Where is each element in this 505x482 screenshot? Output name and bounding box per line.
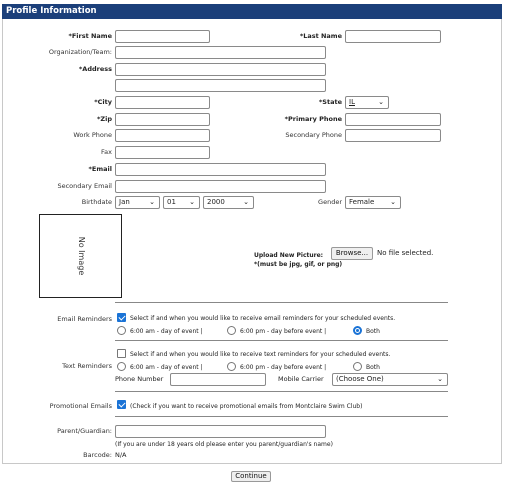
fax-label: Fax bbox=[101, 148, 112, 156]
mobile-carrier-select[interactable]: (Choose One) ⌄ bbox=[332, 373, 448, 386]
divider bbox=[115, 416, 448, 417]
promotional-emails-checkbox[interactable] bbox=[117, 400, 126, 409]
birth-month-select[interactable]: Jan ⌄ bbox=[115, 196, 160, 209]
address-input[interactable] bbox=[115, 63, 326, 76]
chevron-down-icon: ⌄ bbox=[189, 198, 195, 206]
zip-input[interactable] bbox=[115, 113, 210, 126]
organization-input[interactable] bbox=[115, 46, 326, 59]
birth-year-select[interactable]: 2000 ⌄ bbox=[203, 196, 254, 209]
email-radio-6am[interactable] bbox=[117, 326, 126, 335]
text-phone-label: Phone Number bbox=[115, 375, 164, 383]
barcode-value: N/A bbox=[115, 451, 127, 459]
email-radio-both[interactable] bbox=[353, 326, 362, 335]
email-radio-6am-label: 6:00 am - day of event | bbox=[130, 328, 203, 335]
email-reminders-label: Email Reminders bbox=[57, 315, 112, 323]
browse-button[interactable]: Browse... bbox=[331, 247, 373, 260]
chevron-down-icon: ⌄ bbox=[390, 198, 396, 206]
gender-label: Gender bbox=[318, 198, 342, 206]
chevron-down-icon: ⌄ bbox=[437, 375, 443, 383]
page-title: Profile Information bbox=[6, 6, 97, 16]
city-label: *City bbox=[94, 98, 112, 106]
profile-header: Profile Information bbox=[2, 4, 502, 19]
guardian-note: (If you are under 18 years old please en… bbox=[115, 441, 333, 448]
text-reminders-checkbox[interactable] bbox=[117, 349, 126, 358]
work-phone-input[interactable] bbox=[115, 129, 210, 142]
mobile-carrier-value: (Choose One) bbox=[336, 375, 384, 383]
no-image-text: No Image bbox=[76, 236, 86, 276]
address-line2-input[interactable] bbox=[115, 79, 326, 92]
birth-year-value: 2000 bbox=[207, 198, 225, 206]
first-name-label: *First Name bbox=[68, 32, 112, 40]
email-reminders-description: Select if and when you would like to rec… bbox=[130, 315, 396, 322]
state-value: IL bbox=[349, 98, 355, 106]
text-phone-input[interactable] bbox=[170, 373, 266, 386]
zip-label: *Zip bbox=[97, 115, 112, 123]
promotional-emails-label: Promotional Emails bbox=[49, 402, 112, 410]
promotional-emails-description: (Check if you want to receive promotiona… bbox=[130, 403, 363, 410]
organization-label: Organization/Team: bbox=[48, 48, 112, 56]
gender-select[interactable]: Female ⌄ bbox=[345, 196, 401, 209]
mobile-carrier-label: Mobile Carrier bbox=[278, 375, 324, 383]
birth-month-value: Jan bbox=[119, 198, 130, 206]
divider bbox=[115, 302, 448, 303]
text-radio-both[interactable] bbox=[353, 362, 362, 371]
gender-value: Female bbox=[349, 198, 375, 206]
format-note: *(must be jpg, gif, or png) bbox=[254, 261, 343, 268]
work-phone-label: Work Phone bbox=[73, 131, 112, 139]
email-input[interactable] bbox=[115, 163, 326, 176]
state-label: *State bbox=[318, 98, 342, 106]
text-radio-6am[interactable] bbox=[117, 362, 126, 371]
text-radio-6pm-label: 6:00 pm - day before event | bbox=[240, 364, 327, 371]
state-select[interactable]: IL ⌄ bbox=[345, 96, 389, 109]
barcode-label: Barcode: bbox=[83, 451, 112, 459]
last-name-input[interactable] bbox=[345, 30, 441, 43]
primary-phone-input[interactable] bbox=[345, 113, 441, 126]
birth-day-value: 01 bbox=[167, 198, 176, 206]
birth-day-select[interactable]: 01 ⌄ bbox=[163, 196, 200, 209]
text-reminders-label: Text Reminders bbox=[62, 362, 112, 370]
text-reminders-description: Select if and when you would like to rec… bbox=[130, 351, 391, 358]
chevron-down-icon: ⌄ bbox=[378, 98, 384, 106]
profile-photo-placeholder: No Image bbox=[39, 214, 122, 298]
guardian-label: Parent/Guardian: bbox=[57, 427, 112, 435]
city-input[interactable] bbox=[115, 96, 210, 109]
secondary-email-label: Secondary Email bbox=[57, 182, 112, 190]
text-radio-both-label: Both bbox=[366, 364, 380, 371]
email-reminders-checkbox[interactable] bbox=[117, 313, 126, 322]
fax-input[interactable] bbox=[115, 146, 210, 159]
address-label: *Address bbox=[78, 65, 112, 73]
secondary-phone-input[interactable] bbox=[345, 129, 441, 142]
secondary-email-input[interactable] bbox=[115, 180, 326, 193]
divider bbox=[115, 391, 448, 392]
file-status: No file selected. bbox=[377, 249, 434, 257]
last-name-label: *Last Name bbox=[299, 32, 342, 40]
first-name-input[interactable] bbox=[115, 30, 210, 43]
upload-label: Upload New Picture: bbox=[254, 252, 324, 259]
email-radio-6pm[interactable] bbox=[227, 326, 236, 335]
email-radio-both-label: Both bbox=[366, 328, 380, 335]
email-radio-6pm-label: 6:00 pm - day before event | bbox=[240, 328, 327, 335]
divider bbox=[115, 340, 448, 341]
chevron-down-icon: ⌄ bbox=[149, 198, 155, 206]
secondary-phone-label: Secondary Phone bbox=[285, 131, 342, 139]
email-label: *Email bbox=[88, 165, 112, 173]
text-radio-6am-label: 6:00 am - day of event | bbox=[130, 364, 203, 371]
text-radio-6pm[interactable] bbox=[227, 362, 236, 371]
continue-button[interactable]: Continue bbox=[231, 471, 271, 482]
chevron-down-icon: ⌄ bbox=[243, 198, 249, 206]
birthdate-label: Birthdate bbox=[81, 198, 112, 206]
guardian-input[interactable] bbox=[115, 425, 326, 438]
primary-phone-label: *Primary Phone bbox=[284, 115, 342, 123]
